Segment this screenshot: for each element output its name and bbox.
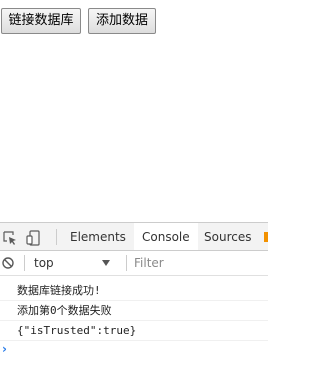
console-prompt[interactable]: › [0,341,268,359]
clear-console-icon[interactable] [2,257,14,269]
console-message: 数据库链接成功! [0,281,268,301]
toolbar-divider [126,255,127,271]
toolbar-divider [24,255,25,271]
devtools-panel: Elements Console Sources top 数据库链接成功! 添加… [0,222,268,373]
context-selector[interactable]: top [34,251,54,275]
filter-input[interactable] [134,253,268,273]
add-data-button[interactable]: 添加数据 [88,8,156,34]
tab-elements[interactable]: Elements [70,223,126,250]
more-tabs-icon[interactable] [264,232,268,242]
device-toolbar-icon[interactable] [26,230,42,246]
console-messages: 数据库链接成功! 添加第0个数据失败 {"isTrusted":true} › [0,281,268,359]
console-message: {"isTrusted":true} [0,321,268,341]
page-content: 链接数据库 添加数据 [0,0,268,222]
tab-sources[interactable]: Sources [204,223,251,250]
console-message: 添加第0个数据失败 [0,301,268,321]
devtools-tabbar: Elements Console Sources [0,223,268,251]
tabbar-divider [56,229,57,245]
inspect-element-icon[interactable] [2,230,18,246]
console-toolbar: top [0,251,268,276]
tab-console[interactable]: Console [134,223,198,250]
chevron-down-icon[interactable] [102,260,110,266]
prompt-caret-icon: › [2,342,7,356]
connect-database-button[interactable]: 链接数据库 [1,8,81,34]
